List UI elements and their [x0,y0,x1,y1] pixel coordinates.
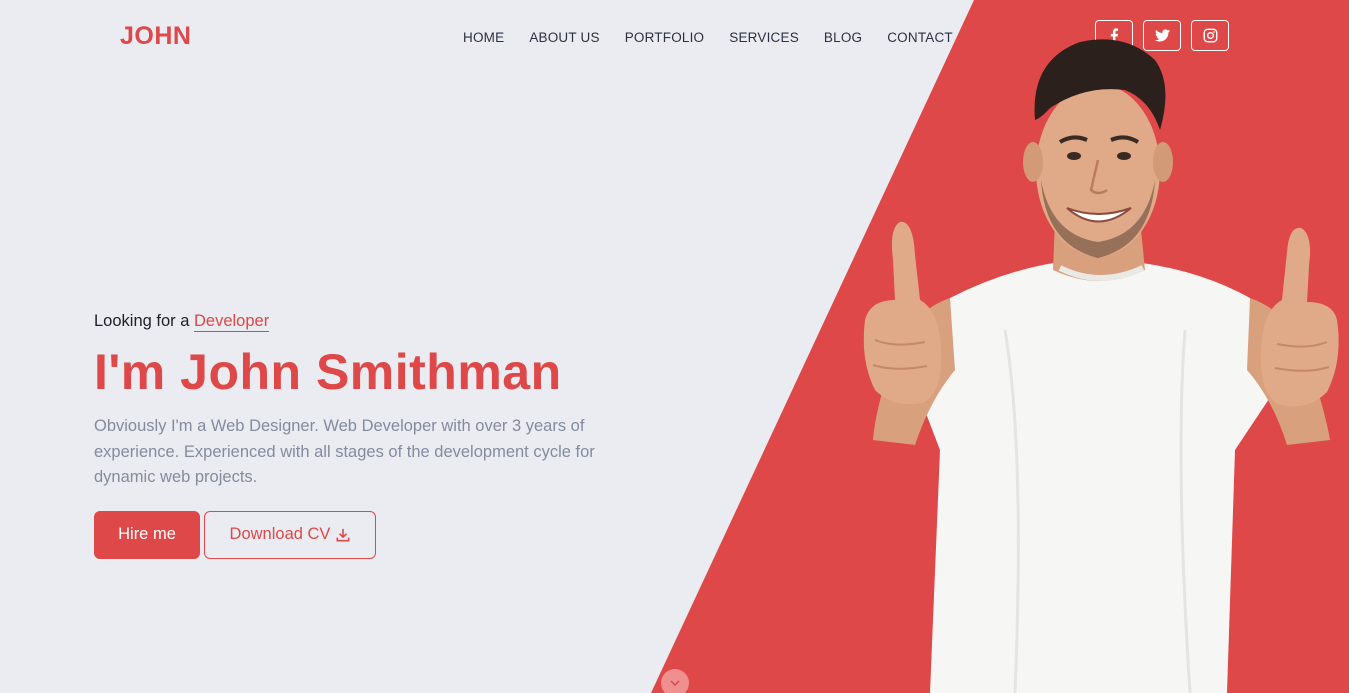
site-logo[interactable]: JOHN [120,22,191,51]
hero-buttons: Hire me Download CV [94,510,674,559]
nav-home[interactable]: HOME [463,30,504,45]
hero-kicker: Looking for a Developer [94,312,674,332]
hero-person-photo [863,39,1339,693]
hero-kicker-prefix: Looking for a [94,312,190,330]
nav-about-us[interactable]: ABOUT US [529,30,599,45]
download-cv-label: Download CV [229,525,331,543]
hire-me-label: Hire me [118,525,176,543]
hero-title: I'm John Smithman [94,344,562,400]
hero-section: Looking for a Developer I'm John Smithma… [94,312,674,559]
nav-services[interactable]: SERVICES [729,30,799,45]
chevron-down-icon [670,680,680,686]
download-cv-button[interactable]: Download CV [204,510,376,559]
hero-kicker-highlight: Developer [194,312,270,332]
scroll-down-button[interactable] [661,669,689,693]
download-icon [336,528,350,541]
hero-description: Obviously I'm a Web Designer. Web Develo… [94,417,595,486]
hire-me-button[interactable]: Hire me [94,510,200,559]
nav-portfolio[interactable]: PORTFOLIO [625,30,705,45]
